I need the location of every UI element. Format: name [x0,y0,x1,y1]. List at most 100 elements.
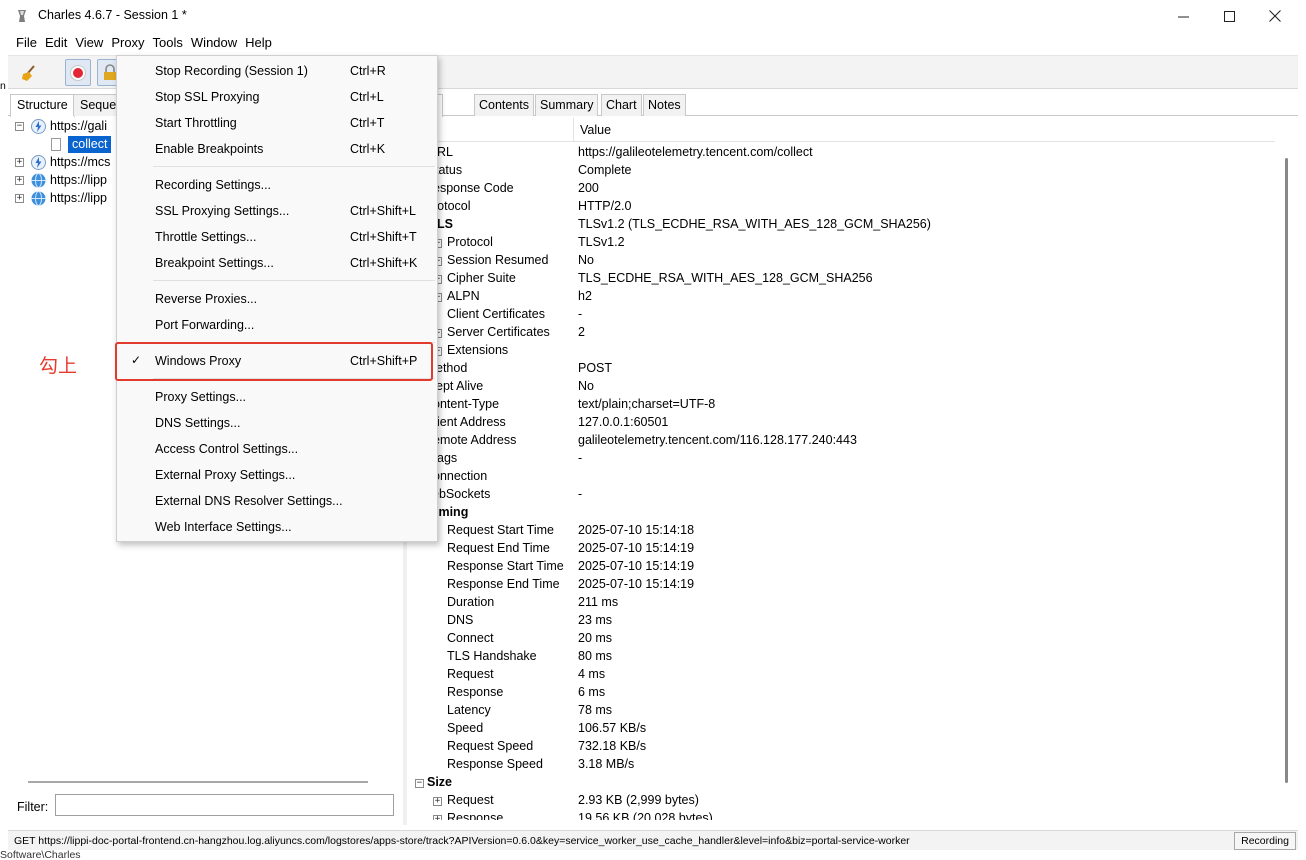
menu-item-label: Throttle Settings... [155,230,257,244]
menu-item-reverse-proxies[interactable]: Reverse Proxies... [117,286,437,312]
table-row[interactable]: ebSockets - [407,486,1275,504]
menu-item-web-interface-settings[interactable]: Web Interface Settings... [117,514,437,540]
menu-item-stop-ssl-proxying[interactable]: Stop SSL Proxying Ctrl+L [117,84,437,110]
table-row[interactable]: Request Start Time 2025-07-10 15:14:18 [407,522,1275,540]
table-row[interactable]: LS TLSv1.2 (TLS_ECDHE_RSA_WITH_AES_128_GC… [407,216,1275,234]
table-row[interactable]: +Cipher SuiteTLS_ECDHE_RSA_WITH_AES_128_… [407,270,1275,288]
menu-item-breakpoint-settings[interactable]: Breakpoint Settings... Ctrl+Shift+K [117,250,437,276]
table-row[interactable]: Response Start Time 2025-07-10 15:14:19 [407,558,1275,576]
table-row[interactable]: + Request 2.93 KB (2,999 bytes) [407,792,1275,810]
table-row[interactable]: Response End Time 2025-07-10 15:14:19 [407,576,1275,594]
horizontal-scrollbar[interactable] [28,781,368,783]
menu-item-recording-settings[interactable]: Recording Settings... [117,172,437,198]
table-row[interactable]: Client Certificates - [407,306,1275,324]
menu-item-access-control-settings[interactable]: Access Control Settings... [117,436,437,462]
column-divider[interactable] [573,118,574,142]
table-row[interactable]: +Extensions [407,342,1275,360]
menu-item-external-proxy-settings[interactable]: External Proxy Settings... [117,462,437,488]
row-name: Response [447,811,504,820]
record-icon[interactable] [65,59,91,86]
table-row[interactable]: Connect 20 ms [407,630,1275,648]
table-row[interactable]: DNS 23 ms [407,612,1275,630]
scrollbar-thumb[interactable] [1285,158,1288,783]
menu-help[interactable]: Help [241,33,276,53]
table-row[interactable]: ept Alive No [407,378,1275,396]
menu-item-throttle-settings[interactable]: Throttle Settings... Ctrl+Shift+T [117,224,437,250]
row-value: 2025-07-10 15:14:19 [578,541,695,555]
expand-toggle[interactable]: + [433,815,442,820]
menu-item-proxy-settings[interactable]: Proxy Settings... [117,384,437,410]
table-row[interactable]: Speed 106.57 KB/s [407,720,1275,738]
table-row[interactable]: ontent-Type text/plain;charset=UTF-8 [407,396,1275,414]
menu-item-label: Access Control Settings... [155,442,299,456]
menu-item-start-throttling[interactable]: Start Throttling Ctrl+T [117,110,437,136]
broom-icon[interactable] [16,59,42,86]
menu-item-enable-breakpoints[interactable]: Enable Breakpoints Ctrl+K [117,136,437,162]
menu-file[interactable]: File [12,33,41,53]
table-row[interactable]: RL https://galileotelemetry.tencent.com/c… [407,144,1275,162]
menu-proxy[interactable]: Proxy [107,33,149,53]
menu-item-shortcut: Ctrl+Shift+L [350,204,417,218]
tab-structure[interactable]: Structure [10,94,75,117]
menu-item-external-dns-resolver-settings[interactable]: External DNS Resolver Settings... [117,488,437,514]
close-icon[interactable] [1252,0,1298,32]
menu-item-port-forwarding[interactable]: Port Forwarding... [117,312,437,338]
collapse-toggle[interactable]: − [415,779,424,788]
tab-notes[interactable]: Notes [643,94,686,116]
table-row[interactable]: TLS Handshake 80 ms [407,648,1275,666]
table-row[interactable]: +ProtocolTLSv1.2 [407,234,1275,252]
table-row[interactable]: Latency 78 ms [407,702,1275,720]
table-row[interactable]: iming [407,504,1275,522]
recording-button[interactable]: Recording [1234,832,1296,850]
table-row[interactable]: +Session ResumedNo [407,252,1275,270]
table-row[interactable]: tatus Complete [407,162,1275,180]
minimize-icon[interactable] [1160,0,1206,32]
expand-toggle[interactable]: + [433,797,442,806]
table-row[interactable]: Request Speed 732.18 KB/s [407,738,1275,756]
menu-tools[interactable]: Tools [149,33,187,53]
table-row[interactable]: ethod POST [407,360,1275,378]
tree-request-label[interactable]: collect [68,136,112,153]
tab-chart[interactable]: Chart [601,94,642,116]
table-row[interactable]: +Server Certificates2 [407,324,1275,342]
table-row[interactable]: Duration 211 ms [407,594,1275,612]
row-name: Request End Time [447,541,550,555]
table-row[interactable]: emote Address galileotelemetry.tencent.co… [407,432,1275,450]
annotation-label: 勾上 [39,355,78,377]
row-name: Size [427,775,453,789]
row-name: rotocol [433,199,471,213]
row-value: 3.18 MB/s [578,757,635,771]
table-row[interactable]: esponse Code 200 [407,180,1275,198]
table-row[interactable]: ient Address 127.0.0.1:60501 [407,414,1275,432]
menu-item-label: Enable Breakpoints [155,142,264,156]
vertical-scrollbar[interactable] [1281,142,1291,825]
filter-input[interactable] [55,794,394,816]
table-row[interactable]: Request 4 ms [407,666,1275,684]
collapse-toggle[interactable]: − [15,122,24,131]
table-row[interactable]: onnection [407,468,1275,486]
table-row[interactable]: + Response 19.56 KB (20,028 bytes) [407,810,1275,820]
tab-contents[interactable]: Contents [474,94,535,116]
expand-toggle[interactable]: + [15,194,24,203]
table-row[interactable]: rotocol HTTP/2.0 [407,198,1275,216]
row-value: https://galileotelemetry.tencent.com/col… [578,145,813,159]
tab-summary[interactable]: Summary [535,94,599,116]
menu-item-stop-recording[interactable]: Stop Recording (Session 1) Ctrl+R [117,58,437,84]
menu-view[interactable]: View [71,33,107,53]
expand-toggle[interactable]: + [15,176,24,185]
table-row[interactable]: − Size [407,774,1275,792]
maximize-icon[interactable] [1206,0,1252,32]
menu-item-dns-settings[interactable]: DNS Settings... [117,410,437,436]
menu-edit[interactable]: Edit [41,33,71,53]
table-row[interactable]: Response 6 ms [407,684,1275,702]
column-value-header[interactable]: Value [580,123,611,137]
table-row[interactable]: Response Speed 3.18 MB/s [407,756,1275,774]
table-row[interactable]: +ALPNh2 [407,288,1275,306]
row-value: - [578,307,583,321]
menu-item-ssl-proxying-settings[interactable]: SSL Proxying Settings... Ctrl+Shift+L [117,198,437,224]
menu-window[interactable]: Window [187,33,241,53]
table-row[interactable]: Request End Time 2025-07-10 15:14:19 [407,540,1275,558]
row-value: No [578,253,594,267]
expand-toggle[interactable]: + [15,158,24,167]
table-row[interactable]: ags - [407,450,1275,468]
